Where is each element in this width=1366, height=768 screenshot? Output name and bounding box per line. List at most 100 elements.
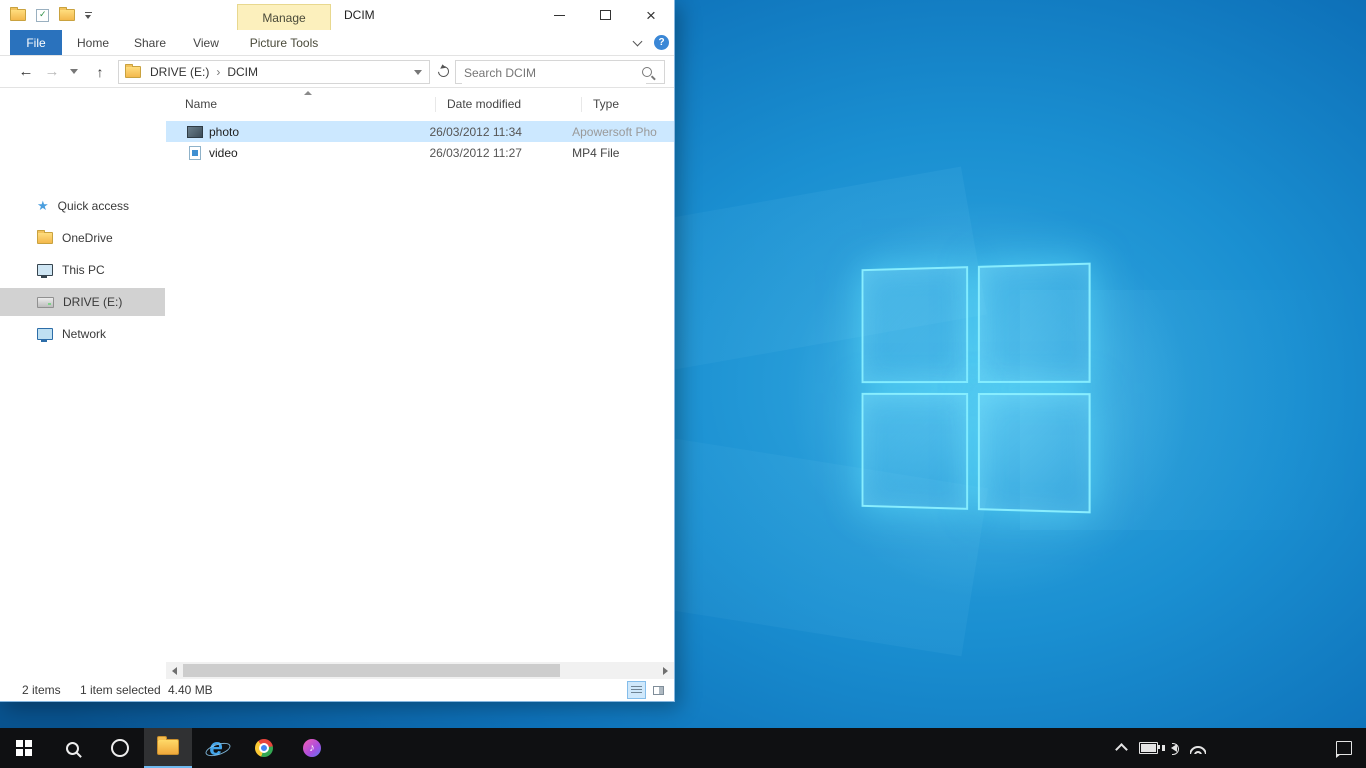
breadcrumb-separator-icon <box>211 65 225 79</box>
refresh-button[interactable] <box>433 56 453 87</box>
battery-icon[interactable] <box>1139 742 1158 754</box>
navigation-bar: DRIVE (E:) DCIM <box>0 56 674 88</box>
hidden-icons-chevron-icon[interactable] <box>1115 743 1128 756</box>
windows-logo-pane <box>978 393 1091 513</box>
large-icons-view-button[interactable] <box>649 681 668 699</box>
app-folder-icon[interactable] <box>10 9 26 21</box>
properties-icon[interactable] <box>36 9 49 22</box>
file-name: video <box>209 146 429 160</box>
window-title: DCIM <box>344 0 375 30</box>
chevron-down-icon <box>70 69 78 74</box>
status-bar: 2 items 1 item selected 4.40 MB <box>0 679 674 702</box>
up-button[interactable] <box>88 56 112 87</box>
file-name: photo <box>209 125 429 139</box>
address-folder-icon <box>125 66 141 78</box>
scroll-left-icon[interactable] <box>172 667 177 675</box>
windows-logo-pane <box>978 263 1091 383</box>
close-button[interactable] <box>628 0 674 30</box>
sidebar-item-quick-access[interactable]: Quick access <box>0 192 165 220</box>
file-explorer-window: Manage DCIM File Home Share View Picture… <box>0 0 675 702</box>
action-center-button[interactable] <box>1336 728 1352 768</box>
windows-logo-pane <box>862 393 969 510</box>
itunes-icon <box>303 739 321 757</box>
horizontal-scrollbar[interactable] <box>166 662 674 679</box>
column-header-name[interactable]: Name <box>185 97 217 111</box>
taskbar-chrome-button[interactable] <box>240 728 288 768</box>
network-icon <box>37 328 53 340</box>
cortana-button[interactable] <box>96 728 144 768</box>
breadcrumb-drive[interactable]: DRIVE (E:) <box>148 65 211 79</box>
minimize-button[interactable] <box>536 0 582 30</box>
column-header-date-modified[interactable]: Date modified <box>447 97 521 111</box>
titlebar[interactable]: Manage DCIM <box>0 0 674 30</box>
taskbar-itunes-button[interactable] <box>288 728 336 768</box>
navigation-pane: Quick access OneDrive This PC DRIVE (E:)… <box>0 88 165 662</box>
recent-locations-dropdown[interactable] <box>66 56 82 87</box>
scrollbar-thumb[interactable] <box>183 664 560 677</box>
chrome-icon <box>255 739 273 757</box>
details-view-icon <box>631 686 642 695</box>
collapse-ribbon-chevron-icon[interactable] <box>633 37 643 47</box>
volume-icon[interactable] <box>1171 744 1177 752</box>
column-divider[interactable] <box>581 97 582 112</box>
sidebar-item-label: This PC <box>62 263 105 277</box>
address-bar[interactable]: DRIVE (E:) DCIM <box>118 60 430 84</box>
tab-share[interactable]: Share <box>126 30 174 55</box>
tab-file[interactable]: File <box>10 30 62 55</box>
file-row-video[interactable]: video 26/03/2012 11:27 MP4 File <box>166 142 674 163</box>
help-icon[interactable] <box>654 35 669 50</box>
maximize-button[interactable] <box>582 0 628 30</box>
sidebar-item-label: Network <box>62 327 106 341</box>
sidebar-item-drive-e[interactable]: DRIVE (E:) <box>0 288 165 316</box>
system-tray <box>1117 728 1206 768</box>
search-icon[interactable] <box>642 67 652 77</box>
network-icon[interactable] <box>1190 743 1206 754</box>
sidebar-item-label: Quick access <box>58 199 129 213</box>
large-icons-view-icon <box>653 686 664 695</box>
file-type: MP4 File <box>572 146 674 160</box>
file-date-modified: 26/03/2012 11:34 <box>429 125 572 139</box>
window-controls <box>536 0 674 30</box>
address-dropdown-chevron-icon[interactable] <box>414 70 422 75</box>
back-button[interactable] <box>14 56 38 87</box>
search-box <box>455 60 665 84</box>
tab-home[interactable]: Home <box>70 30 116 55</box>
taskbar <box>0 728 1366 768</box>
sidebar-item-this-pc[interactable]: This PC <box>0 256 165 284</box>
file-explorer-icon <box>157 739 179 755</box>
column-divider[interactable] <box>435 97 436 112</box>
details-view-button[interactable] <box>627 681 646 699</box>
internet-explorer-icon <box>209 736 222 760</box>
sidebar-item-onedrive[interactable]: OneDrive <box>0 224 165 252</box>
file-type: Apowersoft Pho <box>572 125 674 139</box>
taskbar-file-explorer-button[interactable] <box>144 728 192 768</box>
sidebar-item-network[interactable]: Network <box>0 320 165 348</box>
tab-view[interactable]: View <box>184 30 228 55</box>
column-header-type[interactable]: Type <box>593 97 619 111</box>
star-icon <box>37 198 49 214</box>
search-input[interactable] <box>462 62 646 84</box>
search-icon <box>66 742 79 755</box>
file-row-photo[interactable]: photo 26/03/2012 11:34 Apowersoft Pho <box>166 121 674 142</box>
windows-logo-icon <box>16 740 32 756</box>
breadcrumb-folder[interactable]: DCIM <box>225 65 260 79</box>
tab-picture-tools[interactable]: Picture Tools <box>238 30 330 55</box>
sort-ascending-icon <box>304 91 312 95</box>
forward-button[interactable] <box>40 56 64 87</box>
start-button[interactable] <box>0 728 48 768</box>
computer-icon <box>37 264 53 276</box>
ribbon-tab-row: File Home Share View Picture Tools <box>0 30 674 56</box>
folder-icon <box>37 232 53 244</box>
customize-qat-dropdown-icon[interactable] <box>85 12 92 19</box>
refresh-icon <box>435 64 450 79</box>
taskbar-internet-explorer-button[interactable] <box>192 728 240 768</box>
scroll-right-icon[interactable] <box>663 667 668 675</box>
maximize-icon <box>600 10 611 20</box>
sidebar-item-label: DRIVE (E:) <box>63 295 122 309</box>
windows-logo-wallpaper <box>862 263 1091 514</box>
new-folder-icon[interactable] <box>59 9 75 21</box>
taskbar-search-button[interactable] <box>48 728 96 768</box>
contextual-group-manage[interactable]: Manage <box>237 4 331 30</box>
notification-icon <box>1336 741 1352 755</box>
video-file-icon <box>187 146 203 160</box>
